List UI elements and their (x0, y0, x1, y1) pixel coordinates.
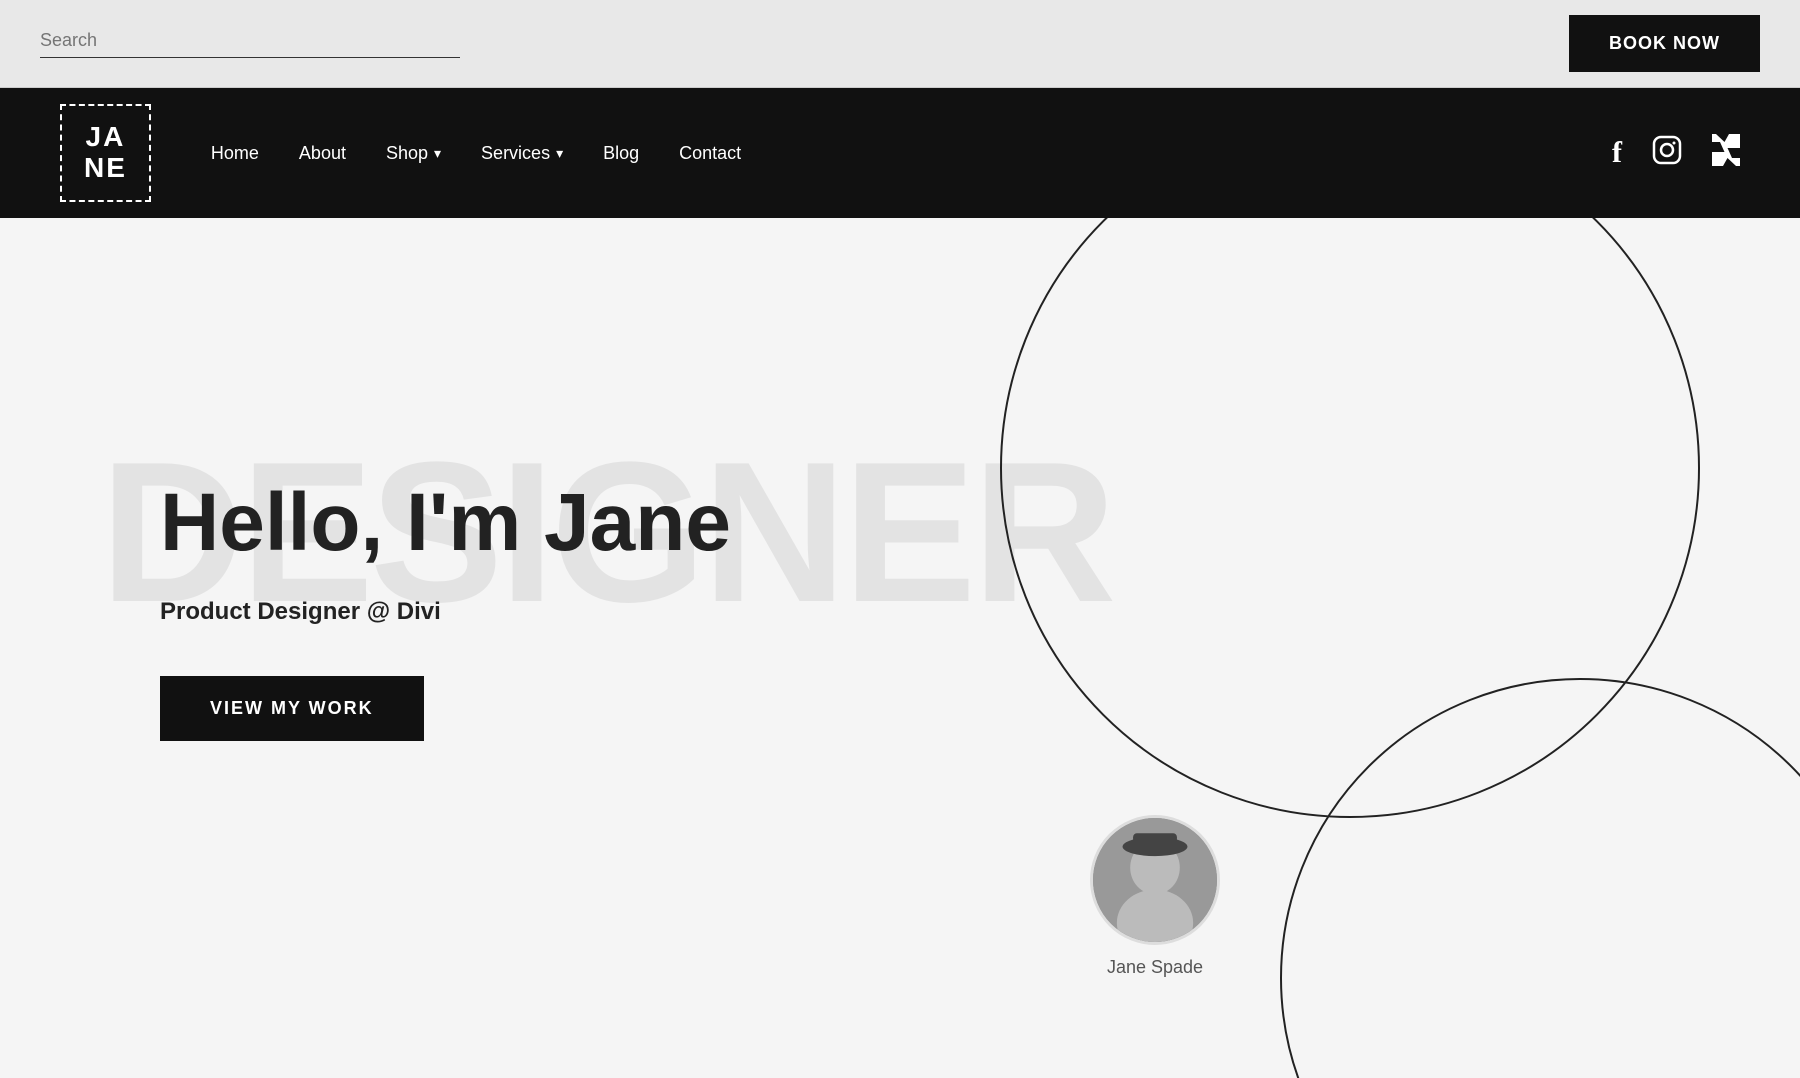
nav-item-about[interactable]: About (299, 143, 346, 164)
nav-menu: Home About Shop ▾ Services ▾ Blog Contac… (211, 143, 741, 164)
avatar (1090, 815, 1220, 945)
nav-item-shop[interactable]: Shop ▾ (386, 143, 441, 164)
book-now-button[interactable]: BOOK NOW (1569, 15, 1760, 72)
hero-title: Hello, I'm Jane (160, 478, 731, 568)
top-bar: BOOK NOW (0, 0, 1800, 88)
hero-subtitle: Product Designer @ Divi (160, 598, 731, 626)
hero-section: DESIGNER Hello, I'm Jane Product Designe… (0, 218, 1800, 1078)
view-work-button[interactable]: VIEW MY WORK (160, 676, 424, 741)
hero-content: Hello, I'm Jane Product Designer @ Divi … (160, 478, 731, 741)
search-input[interactable] (40, 30, 420, 51)
navbar: JA NE Home About Shop ▾ Services ▾ Blog … (0, 88, 1800, 218)
avatar-section: Jane Spade (1090, 815, 1220, 978)
avatar-name: Jane Spade (1090, 957, 1220, 978)
deviantart-icon[interactable] (1712, 134, 1740, 173)
nav-item-blog[interactable]: Blog (603, 143, 639, 164)
nav-left: JA NE Home About Shop ▾ Services ▾ Blog … (60, 104, 741, 202)
nav-item-services[interactable]: Services ▾ (481, 143, 563, 164)
logo[interactable]: JA NE (60, 104, 151, 202)
nav-social: f (1612, 134, 1740, 173)
nav-item-contact[interactable]: Contact (679, 143, 741, 164)
chevron-down-icon: ▾ (556, 145, 563, 162)
search-container[interactable] (40, 30, 460, 58)
instagram-icon[interactable] (1652, 135, 1682, 172)
chevron-down-icon: ▾ (434, 145, 441, 162)
facebook-icon[interactable]: f (1612, 136, 1622, 170)
nav-item-home[interactable]: Home (211, 143, 259, 164)
